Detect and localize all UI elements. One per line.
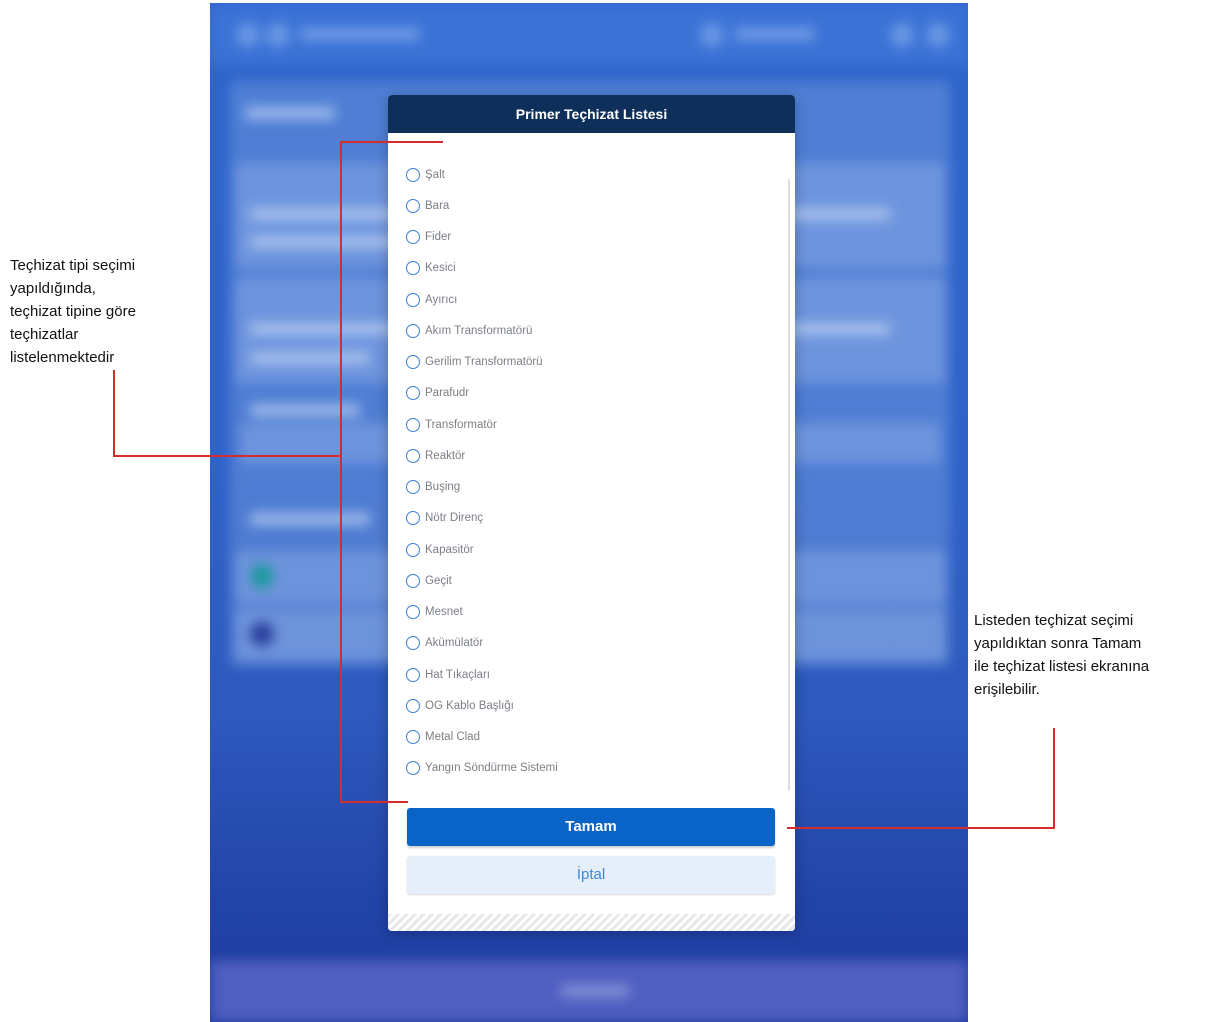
equipment-option-label: Yangın Söndürme Sistemi — [425, 762, 558, 775]
equipment-option[interactable]: Ayırıcı — [406, 284, 586, 315]
equipment-option-label: Hat Tıkaçları — [425, 668, 490, 681]
left-callout-vertical-line — [113, 370, 115, 456]
equipment-option-label: Akım Transformatörü — [425, 324, 533, 337]
radio-button-icon[interactable] — [406, 230, 420, 245]
list-bracket-top-line — [340, 141, 443, 143]
equipment-option-label: Ayırıcı — [425, 293, 458, 306]
equipment-option[interactable]: Geçit — [406, 565, 586, 596]
radio-button-icon[interactable] — [406, 167, 420, 182]
equipment-option-label: Transformatör — [425, 418, 497, 431]
equipment-option[interactable]: Akım Transformatörü — [406, 315, 586, 346]
equipment-option-label: Reaktör — [425, 449, 466, 462]
radio-button-icon[interactable] — [406, 198, 420, 213]
background-user-name — [735, 27, 815, 41]
radio-button-icon[interactable] — [406, 355, 420, 370]
radio-button-icon[interactable] — [406, 448, 420, 463]
radio-button-icon[interactable] — [406, 542, 420, 557]
equipment-option[interactable]: Parafudr — [406, 378, 586, 409]
background-app-header — [210, 3, 968, 65]
background-logout-icon — [926, 23, 950, 47]
equipment-option-label: Buşing — [425, 481, 461, 494]
background-menu-icon — [236, 23, 260, 47]
background-panel-title — [245, 107, 335, 119]
equipment-option-label: Akümülatör — [425, 637, 484, 650]
background-navy-dot — [250, 622, 274, 646]
left-annotation-text: Teçhizat tipi seçimi yapıldığında, teçhi… — [10, 257, 136, 366]
equipment-option[interactable]: OG Kablo Başlığı — [406, 690, 586, 721]
dialog-title: Primer Teçhizat Listesi — [388, 95, 795, 133]
background-section-title — [250, 513, 370, 525]
radio-button-icon[interactable] — [406, 511, 420, 526]
list-bracket-bottom-line — [340, 801, 408, 803]
equipment-option-label: OG Kablo Başlığı — [425, 699, 514, 712]
background-user-avatar-icon — [700, 23, 724, 47]
right-callout-vertical-line — [1053, 728, 1055, 829]
equipment-options-list: Şalt Bara Fider Kesici Ayırıcı Akım Transform… — [406, 159, 586, 793]
equipment-option-label: Şalt — [425, 168, 445, 181]
background-footer — [210, 960, 968, 1022]
equipment-option[interactable]: Hat Tıkaçları — [406, 659, 586, 690]
equipment-option[interactable]: Fider — [406, 222, 586, 253]
equipment-option[interactable]: Transformatör — [406, 409, 586, 440]
list-bracket-vertical-line — [340, 141, 342, 803]
right-annotation-text: Listeden teçhizat seçimi yapıldıktan son… — [974, 612, 1150, 698]
background-text-line — [250, 352, 370, 364]
radio-button-icon[interactable] — [406, 667, 420, 682]
radio-button-icon[interactable] — [406, 761, 420, 776]
list-scrollbar[interactable] — [788, 179, 790, 791]
radio-button-icon[interactable] — [406, 323, 420, 338]
left-callout-horizontal-line — [113, 455, 342, 457]
equipment-option-label: Kapasitör — [425, 543, 474, 556]
background-teal-dot — [250, 564, 274, 588]
radio-button-icon[interactable] — [406, 605, 420, 620]
equipment-option[interactable]: Gerilim Transformatörü — [406, 347, 586, 378]
radio-button-icon[interactable] — [406, 292, 420, 307]
ok-button[interactable]: Tamam — [407, 808, 775, 846]
equipment-option[interactable]: Kapasitör — [406, 534, 586, 565]
equipment-option[interactable]: Buşing — [406, 472, 586, 503]
list-fade-overlay — [388, 777, 788, 793]
equipment-option[interactable]: Şalt — [406, 159, 586, 190]
equipment-option-label: Geçit — [425, 574, 452, 587]
radio-button-icon[interactable] — [406, 386, 420, 401]
equipment-option-label: Bara — [425, 199, 450, 212]
equipment-option[interactable]: Bara — [406, 190, 586, 221]
equipment-option-label: Fider — [425, 231, 452, 244]
equipment-option[interactable]: Reaktör — [406, 440, 586, 471]
radio-button-icon[interactable] — [406, 636, 420, 651]
equipment-option[interactable]: Akümülatör — [406, 628, 586, 659]
radio-button-icon[interactable] — [406, 417, 420, 432]
right-callout-horizontal-line — [787, 827, 1055, 829]
background-settings-icon — [890, 23, 914, 47]
equipment-options-scroll-area[interactable]: Şalt Bara Fider Kesici Ayırıcı Akım Transform… — [388, 133, 795, 793]
background-footer-label — [560, 985, 630, 997]
equipment-option[interactable]: Kesici — [406, 253, 586, 284]
equipment-option[interactable]: Metal Clad — [406, 722, 586, 753]
radio-button-icon[interactable] — [406, 573, 420, 588]
equipment-option-label: Kesici — [425, 262, 456, 275]
radio-button-icon[interactable] — [406, 730, 420, 745]
equipment-option-label: Nötr Direnç — [425, 512, 484, 525]
cancel-button[interactable]: İptal — [407, 856, 775, 894]
background-app-title — [300, 27, 420, 41]
background-field-label — [250, 404, 360, 416]
equipment-option[interactable]: Mesnet — [406, 597, 586, 628]
equipment-option[interactable]: Nötr Direnç — [406, 503, 586, 534]
radio-button-icon[interactable] — [406, 261, 420, 276]
background-logo-icon — [266, 23, 290, 47]
equipment-list-dialog: Primer Teçhizat Listesi Şalt Bara Fider Kes… — [388, 95, 795, 931]
dialog-bottom-edge — [388, 914, 795, 931]
equipment-option-label: Metal Clad — [425, 731, 480, 744]
equipment-option-label: Parafudr — [425, 387, 470, 400]
radio-button-icon[interactable] — [406, 480, 420, 495]
equipment-option-label: Gerilim Transformatörü — [425, 356, 543, 369]
radio-button-icon[interactable] — [406, 698, 420, 713]
equipment-option-label: Mesnet — [425, 606, 463, 619]
